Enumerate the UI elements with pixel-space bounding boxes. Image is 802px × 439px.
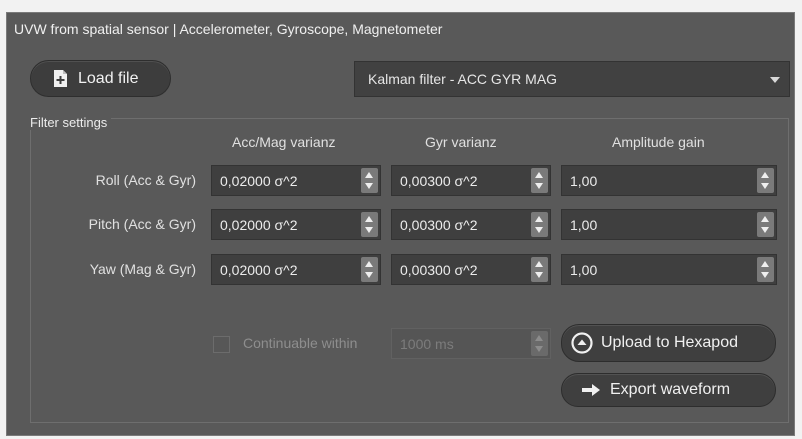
roll-acc-mag-varianz-input[interactable]: 0,02000 σ^2 — [211, 165, 381, 196]
continuable-ms-value: 1000 ms — [400, 335, 454, 352]
filter-type-select[interactable]: Kalman filter - ACC GYR MAG — [354, 61, 790, 97]
roll-gyr-value: 0,00300 σ^2 — [400, 172, 478, 189]
pitch-gyr-varianz-input[interactable]: 0,00300 σ^2 — [391, 209, 551, 240]
spin-arrows-icon[interactable] — [531, 168, 548, 193]
filter-type-value: Kalman filter - ACC GYR MAG — [368, 71, 558, 87]
yaw-gyr-varianz-input[interactable]: 0,00300 σ^2 — [391, 254, 551, 285]
column-header-acc-mag: Acc/Mag varianz — [232, 134, 336, 150]
export-label: Export waveform — [610, 381, 731, 398]
uvw-sensor-panel: UVW from spatial sensor | Accelerometer,… — [6, 12, 795, 436]
upload-label: Upload to Hexapod — [601, 334, 738, 351]
filter-settings-title: Filter settings — [30, 115, 112, 130]
spin-arrows-icon[interactable] — [531, 331, 548, 356]
roll-amplitude-gain-input[interactable]: 1,00 — [561, 165, 777, 196]
roll-acc-mag-value: 0,02000 σ^2 — [220, 172, 298, 189]
continuable-checkbox[interactable] — [213, 336, 230, 353]
pitch-amplitude-gain-input[interactable]: 1,00 — [561, 209, 777, 240]
row-label-pitch: Pitch (Acc & Gyr) — [88, 216, 196, 232]
yaw-amplitude-gain-input[interactable]: 1,00 — [561, 254, 777, 285]
spin-arrows-icon[interactable] — [361, 212, 378, 237]
yaw-gyr-value: 0,00300 σ^2 — [400, 261, 478, 278]
continuable-label: Continuable within — [243, 335, 358, 351]
spin-arrows-icon[interactable] — [361, 168, 378, 193]
spin-arrows-icon[interactable] — [757, 257, 774, 282]
chevron-down-icon — [770, 77, 780, 83]
continuable-ms-input[interactable]: 1000 ms — [391, 328, 551, 359]
column-header-amplitude: Amplitude gain — [612, 134, 705, 150]
yaw-acc-mag-value: 0,02000 σ^2 — [220, 261, 298, 278]
pitch-gyr-value: 0,00300 σ^2 — [400, 216, 478, 233]
column-header-gyr: Gyr varianz — [425, 134, 497, 150]
yaw-gain-value: 1,00 — [570, 261, 598, 278]
spin-arrows-icon[interactable] — [531, 212, 548, 237]
roll-gyr-varianz-input[interactable]: 0,00300 σ^2 — [391, 165, 551, 196]
spin-arrows-icon[interactable] — [361, 257, 378, 282]
circle-up-arrow-icon — [571, 332, 593, 354]
right-arrow-icon — [581, 383, 601, 397]
spin-arrows-icon[interactable] — [757, 168, 774, 193]
spin-arrows-icon[interactable] — [757, 212, 774, 237]
yaw-acc-mag-varianz-input[interactable]: 0,02000 σ^2 — [211, 254, 381, 285]
file-add-icon — [53, 69, 68, 88]
upload-to-hexapod-button[interactable]: Upload to Hexapod — [561, 324, 776, 362]
pitch-acc-mag-value: 0,02000 σ^2 — [220, 216, 298, 233]
pitch-gain-value: 1,00 — [570, 216, 598, 233]
roll-gain-value: 1,00 — [570, 172, 598, 189]
panel-title: UVW from spatial sensor | Accelerometer,… — [14, 21, 443, 37]
row-label-roll: Roll (Acc & Gyr) — [95, 172, 196, 188]
pitch-acc-mag-varianz-input[interactable]: 0,02000 σ^2 — [211, 209, 381, 240]
row-label-yaw: Yaw (Mag & Gyr) — [89, 261, 196, 277]
load-file-button[interactable]: Load file — [30, 60, 171, 97]
export-waveform-button[interactable]: Export waveform — [561, 373, 776, 407]
load-file-label: Load file — [78, 69, 139, 87]
spin-arrows-icon[interactable] — [531, 257, 548, 282]
